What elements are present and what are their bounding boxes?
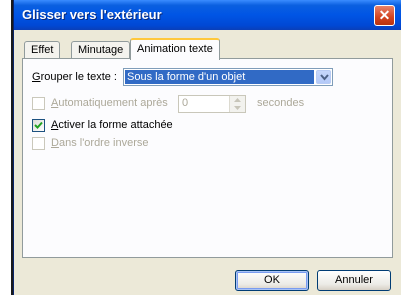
auto-after-checkbox[interactable]	[32, 97, 45, 110]
group-text-select[interactable]: Sous la forme d'un objet	[123, 68, 333, 86]
ok-button[interactable]: OK	[235, 270, 309, 291]
chevron-down-icon	[234, 106, 241, 110]
reverse-order-checkbox[interactable]	[32, 137, 45, 150]
close-icon: ✕	[378, 7, 391, 23]
window-title: Glisser vers l'extérieur	[22, 7, 162, 22]
spinner-up-button[interactable]	[230, 96, 245, 104]
dialog-window: Glisser vers l'extérieur ✕ Effet Minutag…	[13, 0, 401, 295]
spinner-buttons	[229, 96, 245, 112]
attached-shape-label: Activer la forme attachée	[51, 119, 173, 131]
group-text-accel: G	[32, 71, 41, 83]
title-bar[interactable]: Glisser vers l'extérieur ✕	[14, 0, 401, 30]
dropdown-arrow-button[interactable]	[316, 70, 331, 84]
tab-effet[interactable]: Effet	[24, 41, 61, 59]
auto-after-unit: secondes	[257, 97, 305, 109]
cancel-button[interactable]: Annuler	[317, 270, 391, 291]
attached-shape-label-text: ctiver la forme attachée	[58, 119, 173, 131]
checkmark-icon	[34, 121, 43, 129]
background-edge	[0, 0, 13, 295]
tab-minutage[interactable]: Minutage	[71, 41, 131, 59]
close-button[interactable]: ✕	[374, 5, 395, 26]
reverse-order-accel: D	[51, 137, 59, 149]
auto-after-label-text: utomatiquement après	[58, 97, 168, 109]
group-text-selected-value: Sous la forme d'un objet	[125, 70, 314, 84]
auto-after-value: 0	[182, 97, 189, 109]
reverse-order-label-text: ans l'ordre inverse	[58, 137, 149, 149]
spinner-down-button[interactable]	[230, 104, 245, 112]
tab-animation-texte[interactable]: Animation texte	[130, 38, 220, 60]
auto-after-label: Automatiquement après	[51, 97, 168, 109]
chevron-up-icon	[234, 98, 241, 102]
attached-shape-checkbox[interactable]	[32, 119, 45, 132]
auto-after-spinner[interactable]: 0	[178, 95, 246, 113]
group-text-label-text: rouper le texte :	[40, 71, 117, 83]
reverse-order-label: Dans l'ordre inverse	[51, 137, 148, 149]
chevron-down-icon	[320, 74, 329, 81]
tab-panel	[22, 58, 393, 258]
group-text-label: Grouper le texte :	[32, 71, 117, 83]
